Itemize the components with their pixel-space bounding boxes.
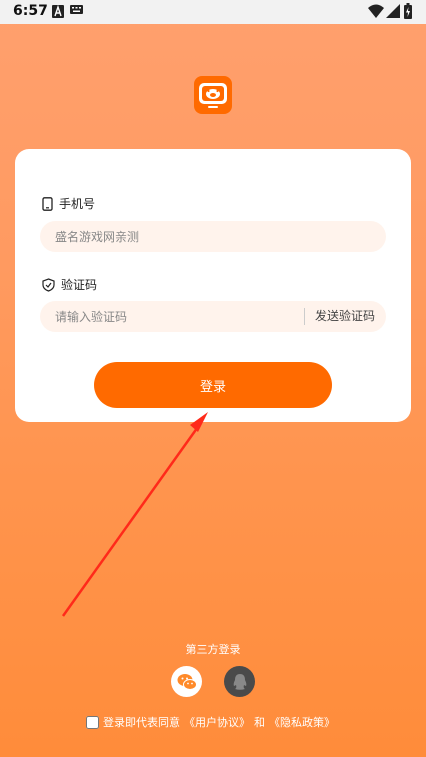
wifi-icon bbox=[368, 4, 384, 18]
phone-icon bbox=[42, 196, 53, 211]
send-code-button[interactable]: 发送验证码 bbox=[304, 308, 375, 325]
agreement-prefix: 登录即代表同意 bbox=[103, 716, 180, 729]
status-bar: 6:57 bbox=[0, 0, 426, 24]
shield-icon bbox=[42, 277, 55, 292]
third-party-title: 第三方登录 bbox=[185, 643, 241, 656]
battery-icon bbox=[404, 3, 412, 19]
keyboard-icon bbox=[70, 5, 83, 14]
wechat-login-button[interactable] bbox=[171, 666, 202, 697]
code-label: 验证码 bbox=[61, 278, 98, 292]
notification-a-icon bbox=[52, 5, 64, 18]
wechat-icon bbox=[177, 673, 197, 690]
qq-icon bbox=[233, 673, 246, 690]
privacy-policy-link[interactable]: 《隐私政策》 bbox=[269, 714, 335, 730]
signal-icon bbox=[386, 4, 400, 18]
agreement-row: 登录即代表同意 《用户协议》 和 《隐私政策》 bbox=[86, 714, 335, 730]
status-time: 6:57 bbox=[13, 3, 48, 19]
agreement-and: 和 bbox=[254, 716, 265, 729]
app-logo bbox=[194, 76, 232, 114]
login-button-label: 登录 bbox=[199, 379, 226, 395]
user-agreement-link[interactable]: 《用户协议》 bbox=[184, 714, 250, 730]
phone-input[interactable] bbox=[40, 221, 386, 252]
agreement-checkbox[interactable] bbox=[86, 715, 99, 729]
login-button[interactable]: 登录 bbox=[94, 362, 332, 408]
qq-login-button[interactable] bbox=[224, 666, 255, 697]
phone-label: 手机号 bbox=[59, 197, 96, 211]
phone-label-row: 手机号 bbox=[42, 195, 95, 212]
code-label-row: 验证码 bbox=[42, 276, 97, 293]
